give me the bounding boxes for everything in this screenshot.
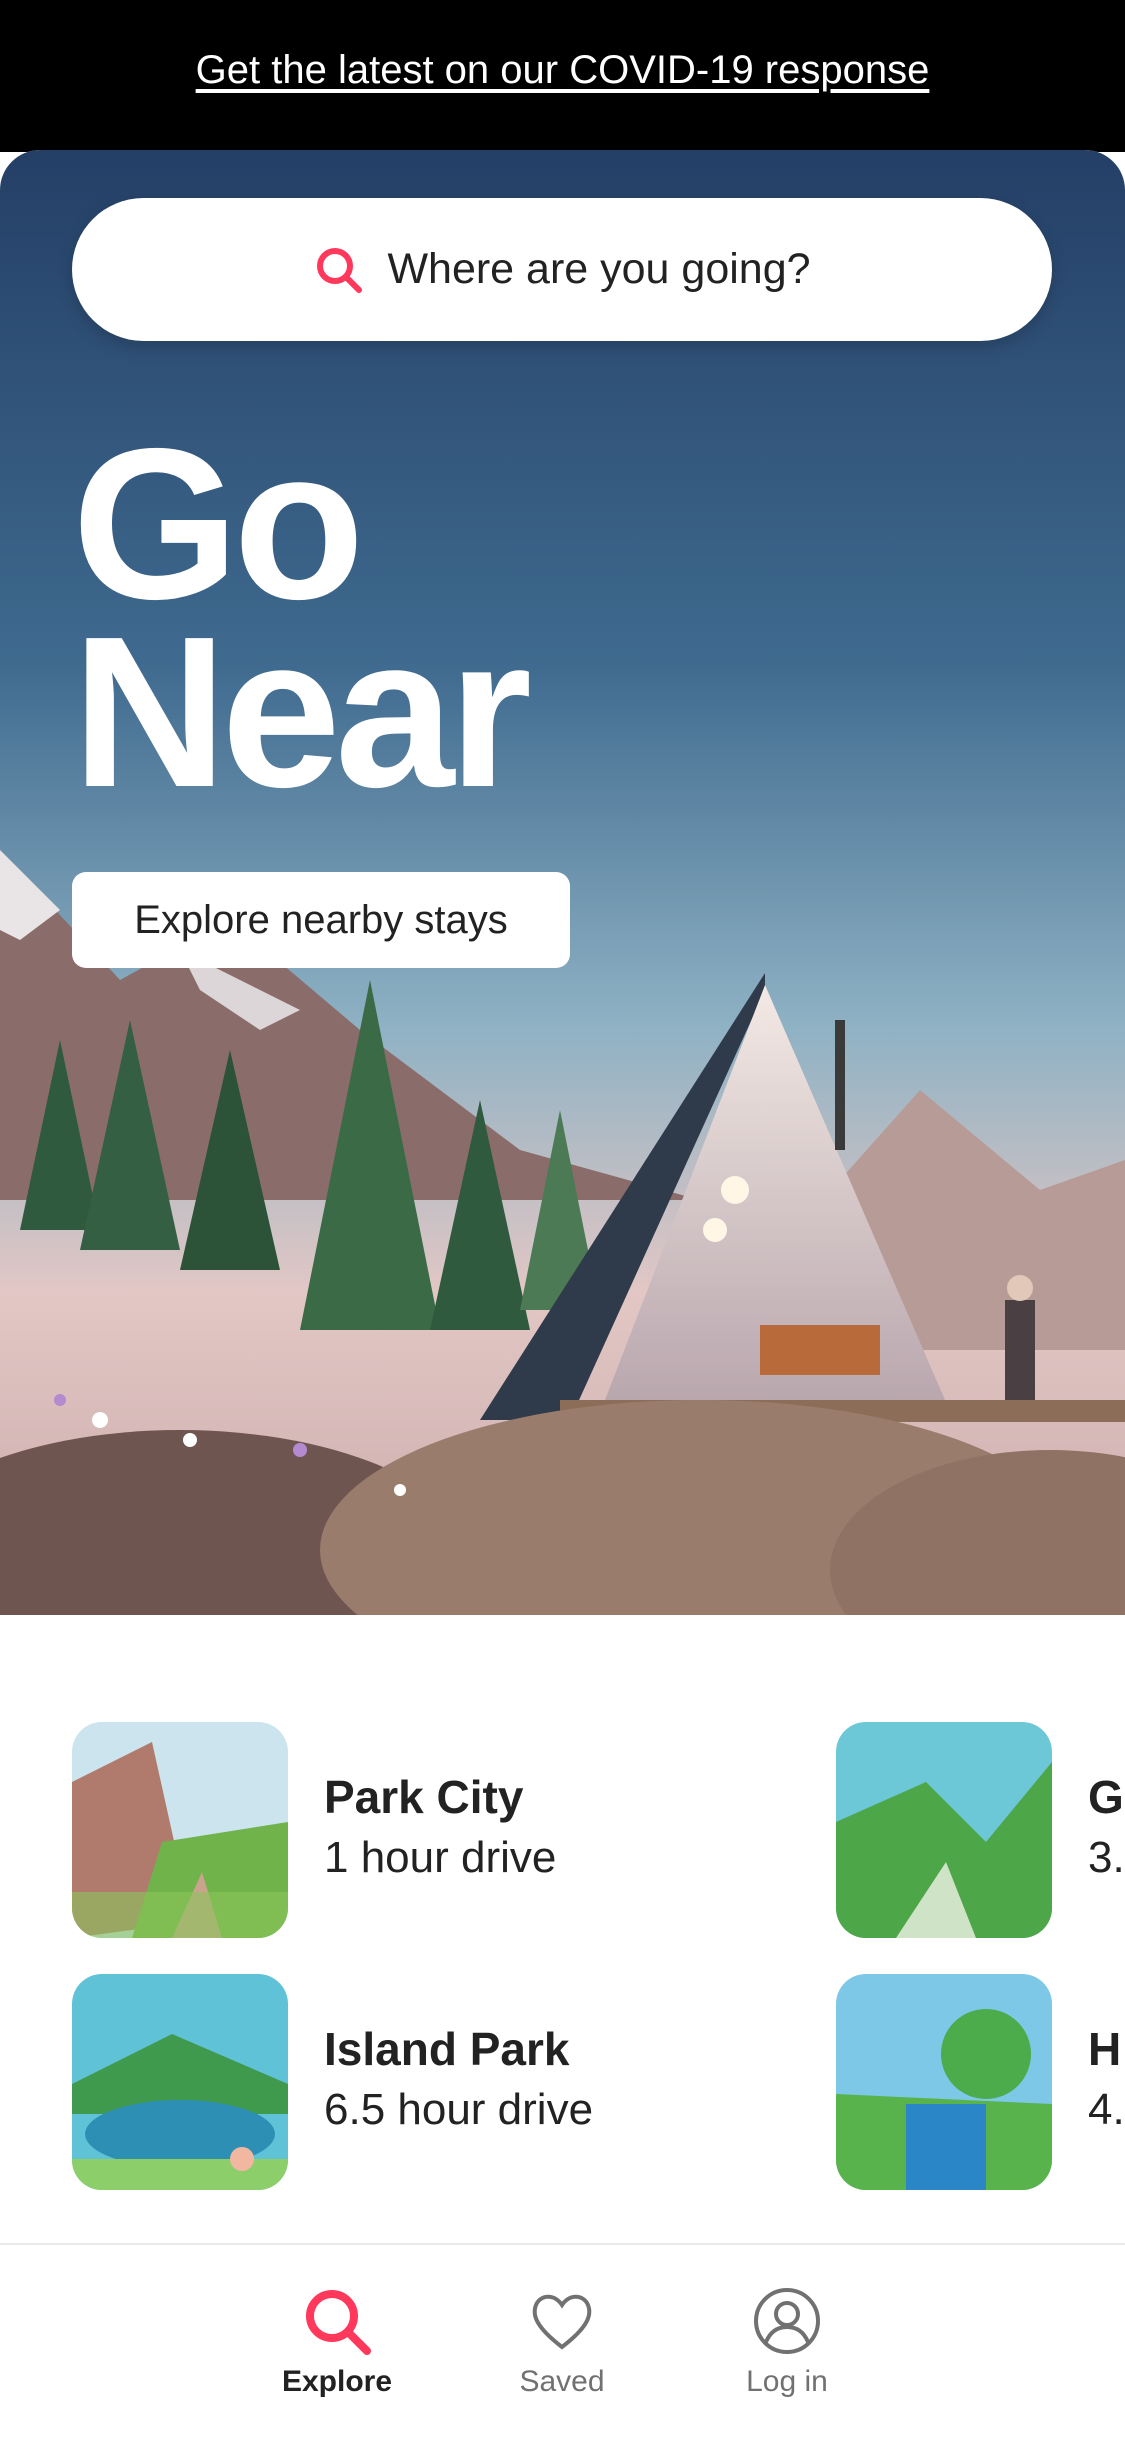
destination-item[interactable]: Park City 1 hour drive bbox=[72, 1722, 556, 1938]
nav-saved[interactable]: Saved bbox=[472, 2285, 652, 2399]
nav-log-in-label: Log in bbox=[746, 2365, 828, 2398]
destination-thumbnail bbox=[72, 1974, 288, 2190]
bottom-navigation: Explore Saved Log in bbox=[0, 2243, 1125, 2438]
destination-thumbnail bbox=[836, 1974, 1052, 2190]
destination-name: H bbox=[1088, 2023, 1122, 2075]
destination-name: Park City bbox=[324, 1771, 524, 1823]
destination-item[interactable]: Island Park 6.5 hour drive bbox=[72, 1974, 593, 2190]
destination-thumbnail bbox=[836, 1722, 1052, 1938]
destination-drive-time: 4. bbox=[1088, 2085, 1125, 2134]
headline-line-2: Near bbox=[72, 591, 532, 832]
destination-item[interactable]: H 4. bbox=[836, 1974, 1125, 2190]
hero-section: Where are you going? Go Near Explore nea… bbox=[0, 150, 1125, 1615]
destination-name: G bbox=[1088, 1771, 1124, 1823]
destination-name: Island Park bbox=[324, 2023, 570, 2075]
covid-response-link[interactable]: Get the latest on our COVID-19 response bbox=[196, 48, 930, 93]
heart-icon bbox=[532, 2294, 592, 2350]
search-placeholder: Where are you going? bbox=[387, 245, 811, 293]
search-bar[interactable]: Where are you going? bbox=[72, 198, 1052, 341]
covid-banner: Get the latest on our COVID-19 response bbox=[0, 0, 1125, 152]
profile-icon bbox=[754, 2288, 820, 2354]
destination-drive-time: 1 hour drive bbox=[324, 1833, 557, 1882]
hero-headline: Go Near bbox=[72, 403, 532, 832]
destination-drive-time: 6.5 hour drive bbox=[324, 2085, 594, 2134]
headline-line-1: Go bbox=[72, 403, 365, 644]
destination-drive-time: 3. bbox=[1088, 1833, 1125, 1882]
destination-item[interactable]: G 3. bbox=[836, 1722, 1125, 1938]
nav-explore-label: Explore bbox=[281, 2365, 393, 2398]
nav-saved-label: Saved bbox=[519, 2365, 605, 2398]
search-icon bbox=[306, 2290, 371, 2355]
nav-log-in[interactable]: Log in bbox=[697, 2285, 877, 2399]
explore-nearby-button[interactable]: Explore nearby stays bbox=[72, 872, 570, 968]
search-icon bbox=[317, 247, 363, 293]
destination-thumbnail bbox=[72, 1722, 288, 1938]
nav-explore[interactable]: Explore bbox=[247, 2285, 427, 2399]
